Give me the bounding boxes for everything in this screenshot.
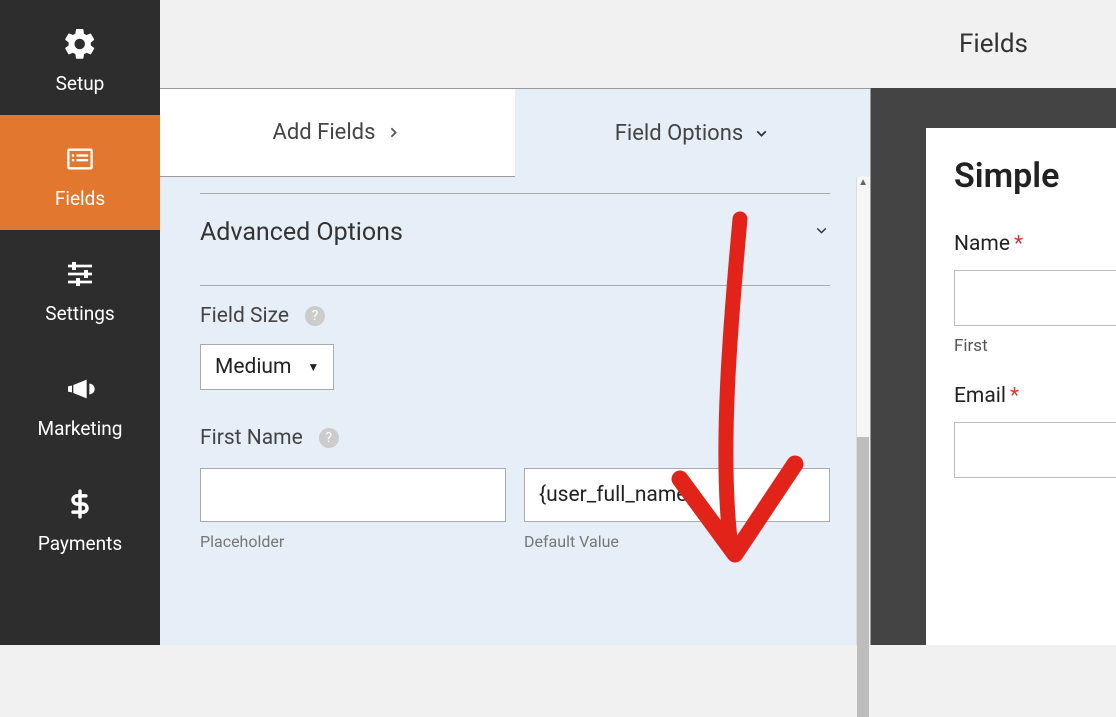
required-mark: * [1010,384,1019,408]
help-icon[interactable]: ? [319,428,339,448]
tab-label: Add Fields [273,120,376,145]
sidebar-item-settings[interactable]: Settings [0,230,160,345]
preview-body: Simple Name* First Email* [871,88,1116,645]
chevron-down-icon [753,125,770,142]
panel-tabs: Add Fields Field Options [160,89,870,177]
sidebar-item-label: Fields [55,187,105,210]
default-value-sublabel: Default Value [524,532,830,551]
form-title: Simple [954,156,1116,196]
field-size-label: Field Size [200,304,289,328]
help-icon[interactable]: ? [305,306,325,326]
tab-add-fields[interactable]: Add Fields [160,89,515,177]
scroll-thumb[interactable] [857,437,869,717]
options-panel: Add Fields Field Options Advanced Option… [160,88,871,645]
tab-field-options[interactable]: Field Options [515,89,870,177]
sidebar-item-label: Setup [56,72,105,95]
email-label: Email [954,384,1006,408]
top-spacer [160,0,871,88]
sidebar-item-label: Payments [38,532,122,555]
chevron-right-icon [385,124,402,141]
first-name-label: First Name [200,426,303,450]
preview-email-field[interactable]: Email* [954,384,1116,478]
sidebar-item-fields[interactable]: Fields [0,115,160,230]
section-title: Advanced Options [200,218,403,247]
tab-label: Field Options [615,121,743,146]
sidebar-item-setup[interactable]: Setup [0,0,160,115]
form-canvas: Simple Name* First Email* [926,128,1116,645]
preview-panel: Fields Simple Name* First Email* [871,0,1116,645]
scroll-up-icon: ▲ [858,177,868,188]
name-input-preview[interactable] [954,270,1116,326]
sidebar-item-label: Marketing [38,417,123,440]
name-label: Name [954,232,1010,256]
bullhorn-icon [60,369,100,409]
name-sublabel: First [954,336,1116,356]
select-value: Medium [215,355,291,379]
preview-name-field[interactable]: Name* First [954,232,1116,356]
required-mark: * [1014,232,1023,256]
sidebar-item-label: Settings [45,302,114,325]
sidebar: Setup Fields Settings Marketing Payments [0,0,160,645]
first-name-default-input[interactable] [524,468,830,522]
preview-header: Fields [871,0,1116,88]
dollar-icon [60,484,100,524]
sliders-icon [60,254,100,294]
first-name-placeholder-input[interactable] [200,468,506,522]
list-icon [60,139,100,179]
advanced-options-toggle[interactable]: Advanced Options [200,194,830,269]
scrollbar[interactable]: ▲ [856,177,870,645]
field-size-row: Field Size ? Medium ▼ [200,304,830,390]
gear-icon [60,24,100,64]
field-size-select[interactable]: Medium ▼ [200,344,334,390]
caret-down-icon: ▼ [307,360,319,374]
chevron-down-icon [813,222,830,243]
sidebar-item-payments[interactable]: Payments [0,460,160,575]
sidebar-item-marketing[interactable]: Marketing [0,345,160,460]
placeholder-sublabel: Placeholder [200,532,506,551]
email-input-preview[interactable] [954,422,1116,478]
first-name-row: First Name ? Placeholder Default Value [200,426,830,551]
main-panel: Add Fields Field Options Advanced Option… [160,0,871,645]
